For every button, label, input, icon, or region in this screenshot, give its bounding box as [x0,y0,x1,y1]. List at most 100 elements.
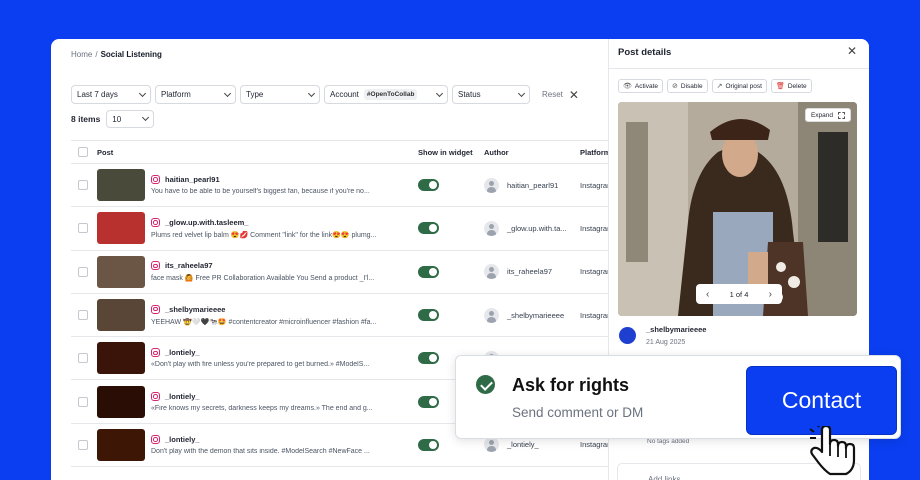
show-in-widget-toggle[interactable] [418,222,439,235]
row-checkbox[interactable] [78,353,88,364]
date-filter-label: Last 7 days [77,90,118,99]
close-icon: ✕ [568,87,579,102]
reset-button[interactable]: Reset ✕ [542,88,579,102]
post-username: _shelbymarieeee [165,304,226,314]
chevron-down-icon [517,89,526,97]
disable-button[interactable]: ⊘ Disable [667,79,708,93]
chevron-down-icon [223,89,232,97]
status-filter[interactable]: Status [452,85,530,104]
show-in-widget-toggle[interactable] [418,309,439,322]
table-row[interactable]: _glow.up.with.tasleem_ Plums red velvet l… [71,206,608,251]
row-checkbox[interactable] [78,180,88,191]
rights-title: Ask for rights [512,375,630,395]
breadcrumb-current: Social Listening [100,50,162,59]
author-name: _shelbymarieeee [507,310,565,320]
widget-cell [418,293,484,338]
delete-label: Delete [787,82,807,90]
row-checkbox[interactable] [78,396,88,407]
close-icon[interactable]: ✕ [847,44,857,58]
account-filter[interactable]: Account #OpenToCollab [324,85,448,104]
post-caption: Don't play with the demon that sits insi… [151,447,370,455]
post-cell: _glow.up.with.tasleem_ Plums red velvet l… [97,206,418,251]
row-checkbox[interactable] [78,223,88,234]
avatar [484,264,499,280]
type-filter-label: Type [246,90,264,99]
activate-button[interactable]: 👁 Activate [618,79,664,93]
post-username: _glow.up.with.tasleem_ [165,217,249,227]
header-author: Author [484,140,580,164]
select-all-checkbox[interactable] [78,147,88,157]
panel-title: Post details [618,47,672,58]
header-select-all [71,140,97,164]
author-name: its_raheela97 [507,267,553,277]
post-cell: _lontiely_ Don't play with the demon that… [97,423,418,468]
platform-name: Instagram [580,223,608,233]
items-row: 8 items 10 [71,110,158,128]
eye-off-icon: ⊘ [672,83,678,90]
author-cell: haitian_pearl91 [484,163,580,208]
pager-label: 1 of 4 [729,289,749,299]
row-select-cell [71,163,97,208]
delete-button[interactable]: 🗑 Delete [770,79,812,93]
account-tag: #OpenToCollab [363,89,418,100]
platform-filter-label: Platform [161,90,191,99]
row-select-cell [71,423,97,468]
post-thumbnail[interactable] [97,428,145,461]
chevron-right-icon[interactable]: › [769,289,772,300]
row-checkbox[interactable] [78,439,88,450]
external-link-icon: ↗ [716,83,723,90]
chevron-down-icon [138,89,147,97]
date-filter[interactable]: Last 7 days [71,85,151,104]
post-author-name: _shelbymarieeee [646,325,707,334]
expand-button[interactable]: Expand [804,108,851,122]
breadcrumb-home[interactable]: Home [71,50,92,59]
platform-cell: Instagram [580,206,608,251]
row-select-cell [71,206,97,251]
row-checkbox[interactable] [78,310,88,321]
platform-filter[interactable]: Platform [155,85,236,104]
original-post-button[interactable]: ↗ Original post [711,79,767,93]
post-caption: «Fire knows my secrets, darkness keeps m… [151,404,373,412]
instagram-icon [151,304,160,314]
table-row[interactable]: haitian_pearl91 You have to be able to be… [71,163,608,208]
contact-button[interactable]: Contact [746,366,897,435]
author-cell: its_raheela97 [484,250,580,294]
show-in-widget-toggle[interactable] [418,395,439,408]
row-checkbox[interactable] [78,266,88,277]
show-in-widget-toggle[interactable] [418,352,439,365]
post-cell: its_raheela97 face mask 🙆 Free PR Collabo… [97,250,418,294]
header-post: Post [97,140,418,164]
check-circle-icon [476,375,495,394]
hand-cursor-icon [809,426,856,476]
post-thumbnail[interactable] [97,299,145,332]
post-thumbnail[interactable] [97,342,145,375]
post-username: _lontiely_ [165,391,200,401]
avatar [484,437,499,453]
image-pager: ‹ 1 of 4 › [696,284,782,304]
original-post-label: Original post [725,82,762,90]
breadcrumb-separator: / [95,50,98,59]
post-username: haitian_pearl91 [165,175,220,185]
widget-cell [418,250,484,294]
instagram-icon [151,434,160,444]
instagram-icon [151,348,160,358]
post-thumbnail[interactable] [97,385,145,418]
reset-label: Reset [542,90,563,99]
platform-name: Instagram [580,267,608,277]
table-row[interactable]: _shelbymarieeee YEEHAW 🤠🤍🖤🐄🤩 #contentcrea… [71,293,608,338]
post-thumbnail[interactable] [97,169,145,202]
show-in-widget-toggle[interactable] [418,438,439,451]
per-page-select[interactable]: 10 [106,110,155,128]
platform-cell: Instagram [580,163,608,208]
show-in-widget-toggle[interactable] [418,265,439,278]
author-name: haitian_pearl91 [507,180,559,190]
show-in-widget-toggle[interactable] [418,179,439,192]
post-thumbnail[interactable] [97,255,145,288]
instagram-icon [151,391,160,401]
chevron-left-icon[interactable]: ‹ [706,289,709,300]
type-filter[interactable]: Type [240,85,320,104]
status-filter-label: Status [458,90,481,99]
table-row[interactable]: its_raheela97 face mask 🙆 Free PR Collabo… [71,250,608,294]
post-thumbnail[interactable] [97,212,145,245]
disable-label: Disable [680,82,703,90]
